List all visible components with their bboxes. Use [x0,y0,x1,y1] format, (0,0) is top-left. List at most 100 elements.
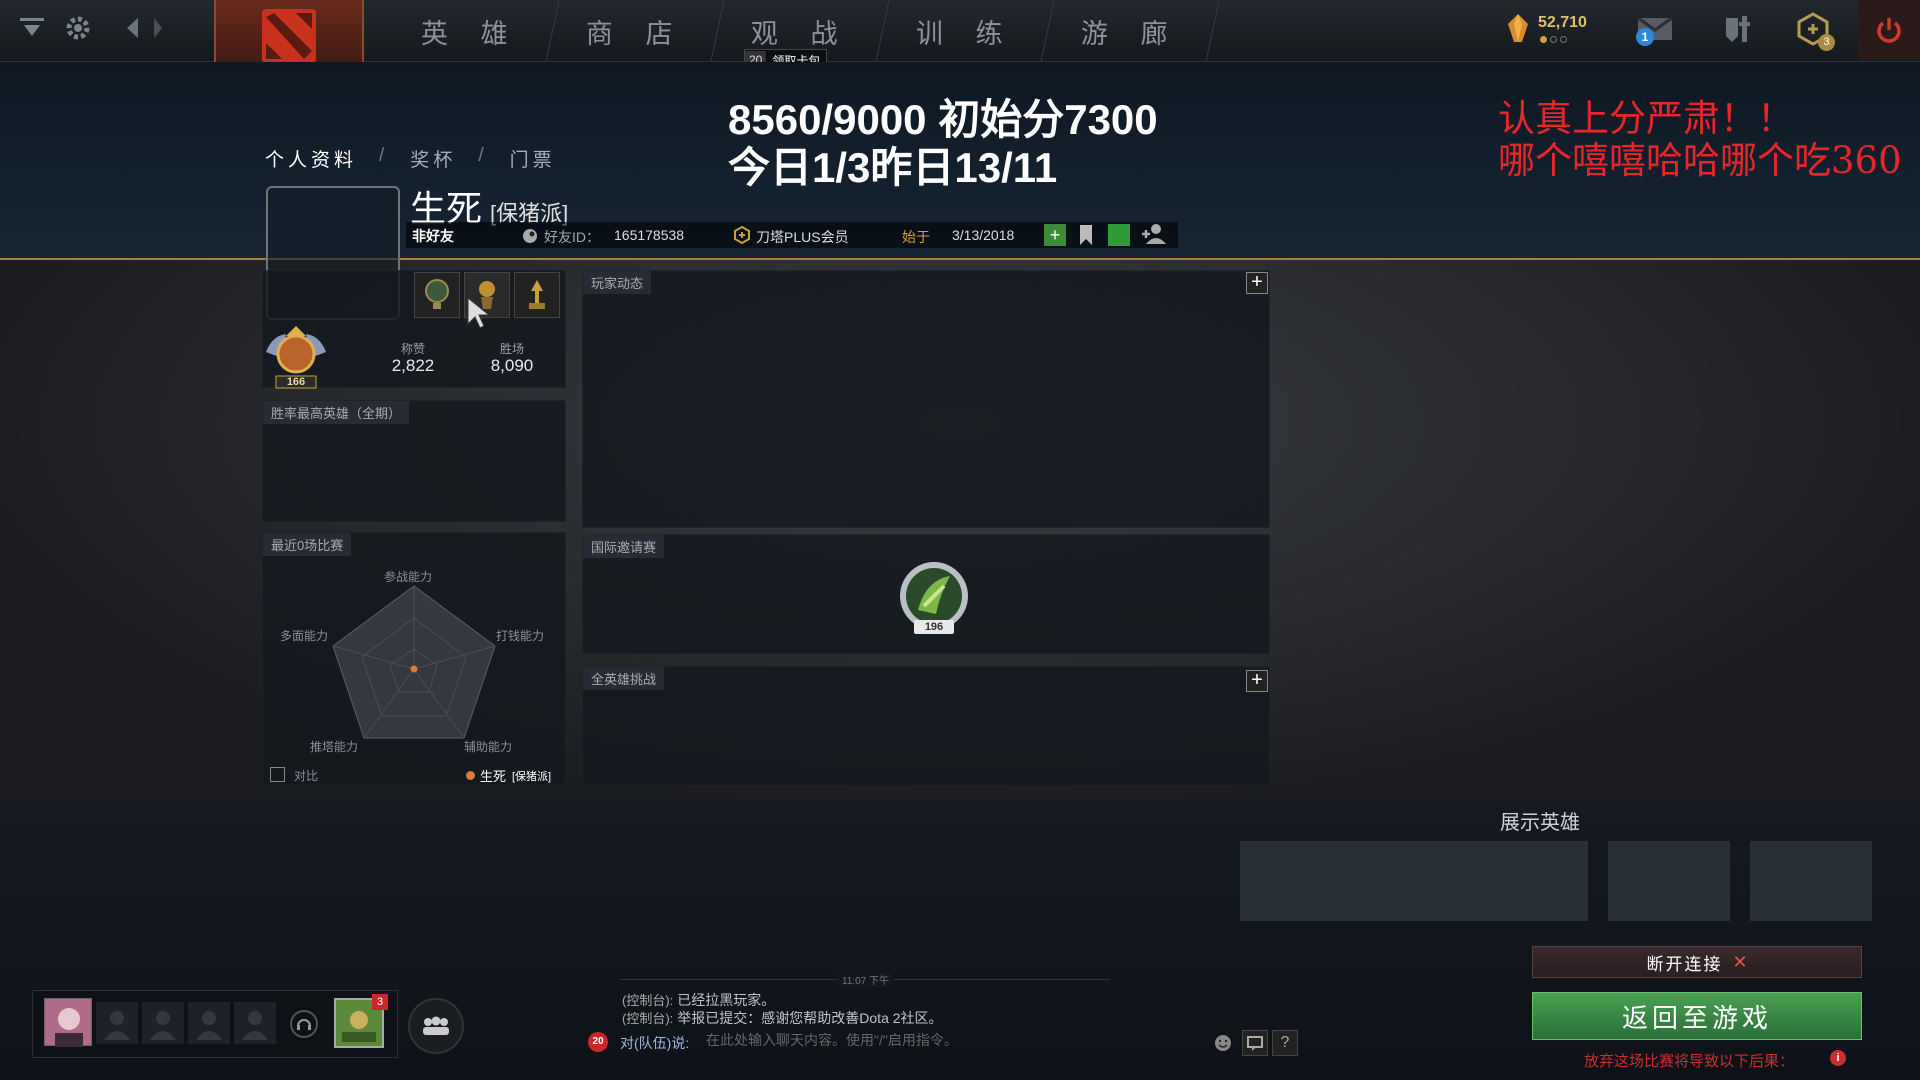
compare-checkbox[interactable] [270,767,285,782]
legend-player-name: 生死 [480,769,507,784]
tab-heroes[interactable]: 英 雄 [381,0,560,62]
voice-chat-button[interactable] [290,1010,318,1038]
stream-overlay-red2: 哪个嘻嘻哈哈哪个吃360 [1498,139,1902,182]
return-to-game-button[interactable]: 返回至游戏 [1532,992,1862,1040]
party-slot-empty[interactable] [142,1002,184,1044]
chat-wheel-icon [1247,1036,1263,1051]
mail-button[interactable]: 1 [1630,14,1680,48]
add-challenge-button[interactable]: + [1246,670,1268,692]
plus-member-label: 刀塔PLUS会员 [756,229,849,245]
trophy-slot-1[interactable] [414,272,460,318]
wins-value: 8,090 [490,356,534,375]
settings-gear-icon[interactable] [60,10,96,46]
plus-count-badge: 3 [1818,34,1835,51]
radar-axis-label: 打钱能力 [496,629,545,643]
relation-status: 非好友 [412,228,454,244]
showcase-slot-1[interactable] [1240,841,1588,921]
hero-challenge-panel: 全英雄挑战 [582,666,1270,786]
player-portrait-icon [55,1008,83,1047]
info-icon[interactable]: i [1830,1050,1846,1066]
emoji-icon[interactable] [1214,1034,1232,1057]
forward-arrow-icon[interactable] [148,10,168,46]
crumb-sep: / [478,145,488,166]
headset-icon [297,1019,311,1030]
tab-store[interactable]: 商 店 [546,0,725,62]
commends-label: 称赞 [400,342,425,356]
trophy-icon [425,279,449,309]
dota-plus-badge-icon [734,225,750,249]
ti-battlepass-badge[interactable]: 196 [896,560,972,636]
chat-channels-button[interactable] [408,998,464,1054]
empty-slot-person-icon [242,1011,268,1040]
wins-label: 胜场 [499,342,524,356]
trophy-icon [529,280,545,309]
ti-title: 国际邀请赛 [583,535,665,558]
mode-notif-badge: 3 [372,994,388,1010]
chat-line: (控制台): 已经拉黑玩家。 [622,992,776,1008]
steam-icon [522,228,538,249]
group-icon [423,1016,449,1035]
close-icon: ✕ [1732,951,1748,972]
hero-challenge-title: 全英雄挑战 [583,667,665,690]
add-friend-button[interactable]: + [1044,224,1066,246]
chat-timestamp: 11:07 下午 [838,972,894,987]
disconnect-button[interactable]: 断开连接 ✕ [1532,946,1862,978]
legend-team-tag: [保猪派] [512,771,552,783]
crumb-sep: / [379,145,389,166]
currency-dots [1540,36,1567,43]
chat-line: (控制台): 举报已提交：感谢您帮助改善Dota 2社区。 [622,1010,943,1026]
shards-count: 52,710 [1538,14,1587,31]
dota-plus-button[interactable]: 3 [1796,12,1840,56]
radar-axis-label: 辅助能力 [464,740,513,754]
player-level-badge: 166 [262,322,330,390]
activity-title: 玩家动态 [583,271,652,294]
breadcrumb: 个人资料 / 奖杯 / 门票 [265,145,556,172]
bookmark-icon[interactable] [1078,224,1094,251]
chat-help-button[interactable]: ? [1272,1030,1298,1056]
friend-id-label: 好友ID： [544,229,600,245]
ti-level: 196 [914,620,954,634]
tab-arcade[interactable]: 游 廊 [1041,0,1220,62]
friend-id: 165178538 [614,227,685,243]
radar-axis-label: 参战能力 [384,570,433,584]
collapse-icon[interactable] [14,10,50,46]
best-heroes-panel: 胜率最高英雄（全期） [262,400,566,522]
party-slot-empty[interactable] [234,1002,276,1044]
showcase-slot-3[interactable] [1750,841,1872,921]
mail-count-badge: 1 [1636,28,1654,46]
back-arrow-icon[interactable] [120,10,146,46]
party-slot-empty[interactable] [188,1002,230,1044]
empty-slot-person-icon [104,1011,130,1040]
game-mode-button[interactable]: 3 [334,994,388,1048]
status-green-button[interactable] [1108,224,1130,246]
crumb-tickets[interactable]: 门票 [510,145,556,172]
chat-channel-label[interactable]: 对(队伍)说: [620,1033,689,1053]
dota-logo-icon [262,9,316,63]
trophy-slot-3[interactable] [514,272,560,318]
tab-learn[interactable]: 训 练 [876,0,1055,62]
radar-axis-label: 多面能力 [280,629,329,643]
power-icon [1877,18,1901,43]
radar-player-point [410,665,418,673]
level-number: 166 [286,376,306,388]
since-label: 始于 [902,229,930,245]
radar-axis-label: 推塔能力 [310,740,359,754]
power-button[interactable] [1858,0,1920,60]
add-activity-button[interactable]: + [1246,272,1268,294]
shards-icon [1508,14,1528,47]
showcase-slot-2[interactable] [1608,841,1730,921]
party-slot-empty[interactable] [96,1002,138,1044]
chat-input[interactable]: 在此处输入聊天内容。使用"/"启用指令。 [706,1030,1206,1054]
party-slot-self[interactable] [44,998,92,1047]
chat-wheel-button[interactable] [1242,1030,1268,1056]
since-date: 3/13/2018 [952,227,1015,243]
crumb-profile[interactable]: 个人资料 [265,145,357,172]
best-heroes-title: 胜率最高英雄（全期） [263,401,410,424]
empty-slot-person-icon [196,1011,222,1040]
chat-level-badge: 20 [588,1032,608,1052]
commends-value: 2,822 [391,356,435,375]
abandon-warning: 放弃这场比赛将导致以下后果： [1584,1053,1795,1070]
invite-party-icon[interactable] [1140,222,1168,251]
crumb-trophies[interactable]: 奖杯 [410,145,456,172]
armory-icon[interactable] [1722,12,1756,51]
